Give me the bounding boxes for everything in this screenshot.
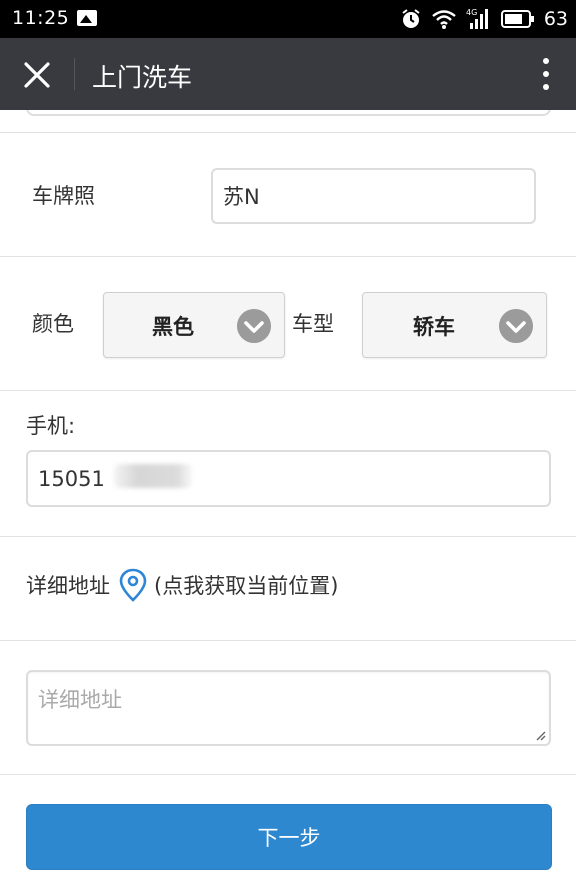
address-label: 详细地址 bbox=[26, 574, 110, 598]
type-label: 车型 bbox=[292, 312, 334, 336]
resize-handle-icon[interactable] bbox=[534, 729, 546, 741]
color-label: 颜色 bbox=[32, 312, 74, 336]
divider bbox=[0, 132, 576, 133]
chevron-down-icon bbox=[237, 309, 271, 343]
locate-row[interactable]: 详细地址 (点我获取当前位置) bbox=[26, 565, 338, 605]
battery-level: 63 bbox=[543, 8, 568, 30]
form-content: 车牌照 苏N 颜色 黑色 车型 轿车 手机: 15051 详细地址 (点我获取当… bbox=[0, 110, 576, 887]
status-bar: 11:25 4G 63 bbox=[0, 0, 576, 38]
phone-value: 15051 bbox=[38, 466, 105, 491]
chevron-down-icon bbox=[499, 309, 533, 343]
locate-hint[interactable]: (点我获取当前位置) bbox=[154, 570, 338, 600]
divider bbox=[0, 390, 576, 391]
plate-value: 苏N bbox=[223, 185, 260, 209]
image-icon bbox=[77, 10, 97, 26]
type-select[interactable]: 轿车 bbox=[362, 292, 547, 358]
more-vertical-icon[interactable] bbox=[542, 56, 550, 92]
divider bbox=[0, 774, 576, 775]
signal-4g-icon: 4G bbox=[466, 8, 488, 29]
next-button[interactable]: 下一步 bbox=[26, 804, 552, 870]
plate-label: 车牌照 bbox=[32, 184, 95, 208]
wifi-icon bbox=[432, 10, 456, 29]
color-value: 黑色 bbox=[152, 315, 194, 339]
page-title: 上门洗车 bbox=[92, 63, 193, 92]
status-icons: 4G 63 bbox=[400, 6, 568, 32]
close-icon[interactable] bbox=[22, 60, 52, 90]
divider bbox=[0, 640, 576, 641]
alarm-icon bbox=[402, 9, 420, 28]
color-select[interactable]: 黑色 bbox=[103, 292, 285, 358]
status-time: 11:25 bbox=[12, 7, 70, 29]
plate-input[interactable]: 苏N bbox=[211, 168, 536, 224]
type-value: 轿车 bbox=[413, 315, 455, 339]
title-bar: 上门洗车 bbox=[0, 38, 576, 110]
redacted-phone-digits bbox=[114, 464, 192, 488]
battery-icon bbox=[500, 10, 534, 28]
title-divider bbox=[74, 58, 75, 90]
previous-input-edge[interactable] bbox=[26, 110, 551, 116]
address-placeholder: 详细地址 bbox=[38, 688, 122, 712]
svg-text:4G: 4G bbox=[466, 8, 477, 17]
address-textarea[interactable]: 详细地址 bbox=[26, 670, 551, 746]
phone-input[interactable]: 15051 bbox=[26, 450, 551, 507]
divider bbox=[0, 256, 576, 257]
divider bbox=[0, 536, 576, 537]
location-pin-icon[interactable] bbox=[118, 567, 148, 603]
phone-label: 手机: bbox=[26, 414, 76, 438]
